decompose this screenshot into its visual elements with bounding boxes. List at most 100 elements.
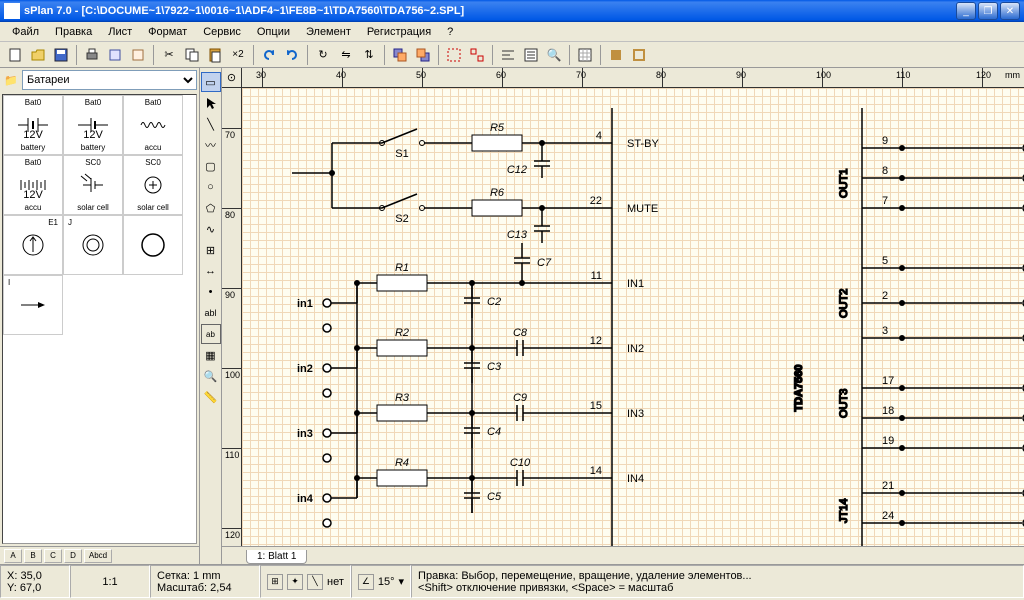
measure-tool[interactable]: 📏 xyxy=(201,387,221,407)
paste-x2-button[interactable]: ×2 xyxy=(227,44,249,66)
snap-line-button[interactable]: ╲ xyxy=(307,574,323,590)
svg-text:R2: R2 xyxy=(395,327,409,339)
svg-text:3: 3 xyxy=(882,325,888,337)
font-d-button[interactable]: D xyxy=(64,549,82,563)
image-tool[interactable]: ▦ xyxy=(201,345,221,365)
sheet-tab-1[interactable]: 1: Blatt 1 xyxy=(246,550,307,564)
menu-edit[interactable]: Правка xyxy=(47,24,100,40)
back-button[interactable] xyxy=(412,44,434,66)
svg-text:14: 14 xyxy=(590,465,602,477)
export2-button[interactable] xyxy=(127,44,149,66)
component-accu2[interactable]: Bat0 12V accu xyxy=(3,155,63,215)
list-button[interactable] xyxy=(520,44,542,66)
menu-file[interactable]: Файл xyxy=(4,24,47,40)
component-i[interactable]: I xyxy=(3,275,63,335)
save-button[interactable] xyxy=(50,44,72,66)
mirror-h-button[interactable]: ⇋ xyxy=(335,44,357,66)
textbox-tool[interactable]: ab xyxy=(201,324,221,344)
pointer-tool[interactable] xyxy=(201,93,221,113)
font-b-button[interactable]: B xyxy=(24,549,42,563)
vertical-ruler[interactable]: 708090100110120 xyxy=(222,88,242,546)
svg-text:22: 22 xyxy=(590,195,602,207)
special-tool[interactable]: ⊞ xyxy=(201,240,221,260)
new-button[interactable] xyxy=(4,44,26,66)
group-button[interactable] xyxy=(443,44,465,66)
component-circle[interactable] xyxy=(123,215,183,275)
component-battery[interactable]: Bat0 12V battery xyxy=(3,95,63,155)
library-select[interactable]: Батареи xyxy=(22,70,197,90)
zoom-tool[interactable]: 🔍 xyxy=(201,366,221,386)
font-a-button[interactable]: A xyxy=(4,549,22,563)
menu-format[interactable]: Формат xyxy=(140,24,195,40)
component-battery2[interactable]: Bat0 12V battery xyxy=(63,95,123,155)
menu-options[interactable]: Опции xyxy=(249,24,298,40)
svg-text:18: 18 xyxy=(882,405,894,417)
color1-button[interactable] xyxy=(605,44,627,66)
component-source[interactable]: E1 xyxy=(3,215,63,275)
status-coords: X: 35,0 Y: 67,0 xyxy=(0,565,70,598)
schematic-drawing[interactable]: TDA7560 OUT1 OUT2 OUT3 JT14 S1R5C124ST-B… xyxy=(242,88,1024,546)
tool-strip: ▭ ╲ 〰 ▢ ○ ⬠ ∿ ⊞ ↔ • abl ab ▦ 🔍 📏 xyxy=(200,68,222,564)
component-accu[interactable]: Bat0 accu xyxy=(123,95,183,155)
redo-button[interactable] xyxy=(281,44,303,66)
line-tool[interactable]: ╲ xyxy=(201,114,221,134)
component-solar1[interactable]: SC0 solar cell xyxy=(63,155,123,215)
spline-tool[interactable]: ∿ xyxy=(201,219,221,239)
status-scale: 1:1 xyxy=(70,565,150,598)
cut-button[interactable]: ✂ xyxy=(158,44,180,66)
component-solar2[interactable]: SC0 solar cell xyxy=(123,155,183,215)
svg-text:IN2: IN2 xyxy=(627,343,644,355)
snap-grid-button[interactable]: ⊞ xyxy=(267,574,283,590)
ungroup-button[interactable] xyxy=(466,44,488,66)
poly-tool[interactable]: ⬠ xyxy=(201,198,221,218)
node-tool[interactable]: • xyxy=(201,282,221,302)
svg-text:in1: in1 xyxy=(297,298,313,310)
horizontal-ruler[interactable]: 30405060708090100110120130mm xyxy=(242,68,1024,88)
wave-tool[interactable]: 〰 xyxy=(201,135,221,155)
drawing-canvas[interactable]: TDA7560 OUT1 OUT2 OUT3 JT14 S1R5C124ST-B… xyxy=(242,88,1024,546)
svg-text:OUT1: OUT1 xyxy=(838,169,850,198)
rotate-button[interactable]: ↻ xyxy=(312,44,334,66)
find-button[interactable]: 🔍 xyxy=(543,44,565,66)
select-tool[interactable]: ▭ xyxy=(201,72,221,92)
print-button[interactable] xyxy=(81,44,103,66)
snap-point-button[interactable]: ✦ xyxy=(287,574,303,590)
paste-button[interactable] xyxy=(204,44,226,66)
undo-button[interactable] xyxy=(258,44,280,66)
library-folder-icon[interactable]: 📁 xyxy=(2,71,20,89)
svg-text:19: 19 xyxy=(882,435,894,447)
angle-button[interactable]: ∠ xyxy=(358,574,374,590)
component-j[interactable]: J xyxy=(63,215,123,275)
close-button[interactable]: ✕ xyxy=(1000,2,1020,20)
menu-help[interactable]: ? xyxy=(439,24,461,40)
dim-tool[interactable]: ↔ xyxy=(201,261,221,281)
snap-label: нет xyxy=(327,576,344,588)
svg-text:12V: 12V xyxy=(83,129,103,140)
circle-tool[interactable]: ○ xyxy=(201,177,221,197)
grid-button[interactable] xyxy=(574,44,596,66)
ruler-origin-icon[interactable]: ⊙ xyxy=(222,68,242,88)
menu-register[interactable]: Регистрация xyxy=(359,24,439,40)
svg-text:C3: C3 xyxy=(487,361,502,373)
color2-button[interactable] xyxy=(628,44,650,66)
menu-element[interactable]: Элемент xyxy=(298,24,359,40)
export-button[interactable] xyxy=(104,44,126,66)
menu-sheet[interactable]: Лист xyxy=(100,24,140,40)
rect-tool[interactable]: ▢ xyxy=(201,156,221,176)
mirror-v-button[interactable]: ⇅ xyxy=(358,44,380,66)
copy-button[interactable] xyxy=(181,44,203,66)
font-c-button[interactable]: C xyxy=(44,549,62,563)
menu-service[interactable]: Сервис xyxy=(195,24,249,40)
text-tool[interactable]: abl xyxy=(201,303,221,323)
svg-text:21: 21 xyxy=(882,480,894,492)
maximize-button[interactable]: ❐ xyxy=(978,2,998,20)
svg-text:C12: C12 xyxy=(507,164,527,176)
status-grid: Сетка: 1 mm Масштаб: 2,54 xyxy=(150,565,260,598)
open-button[interactable] xyxy=(27,44,49,66)
font-abcd-button[interactable]: Abcd xyxy=(84,549,112,563)
svg-text:OUT2: OUT2 xyxy=(838,289,850,318)
front-button[interactable] xyxy=(389,44,411,66)
svg-text:IN1: IN1 xyxy=(627,278,644,290)
align-button[interactable] xyxy=(497,44,519,66)
minimize-button[interactable]: _ xyxy=(956,2,976,20)
